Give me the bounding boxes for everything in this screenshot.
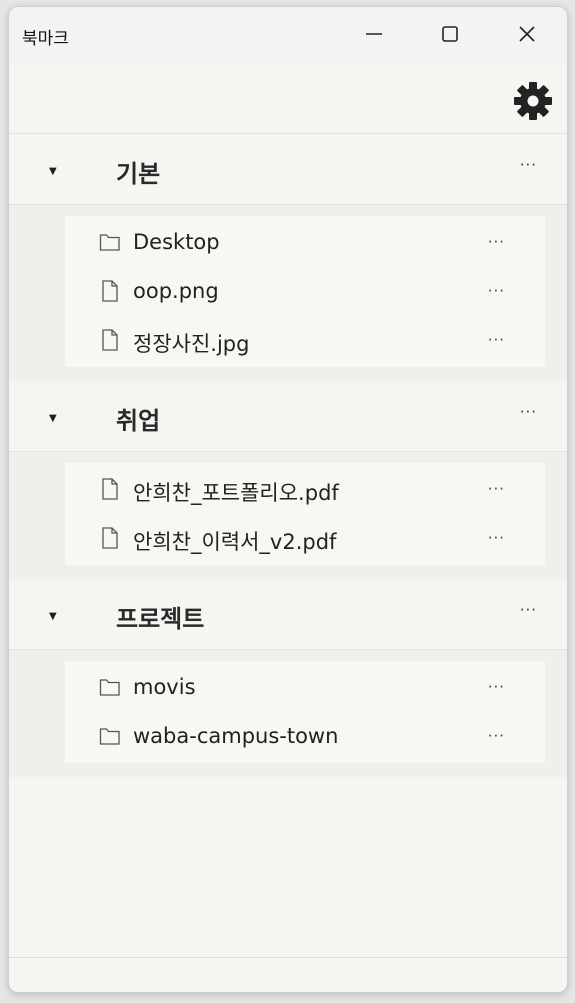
bookmark-item[interactable]: Desktop ··· (65, 218, 545, 267)
bookmark-label: movis (133, 675, 196, 699)
maximize-button[interactable] (435, 21, 465, 47)
bookmark-label: 안희찬_포트폴리오.pdf (133, 481, 339, 505)
group-name: 기본 (116, 160, 161, 188)
folder-icon (99, 728, 120, 745)
minimize-button[interactable] (359, 21, 389, 47)
bookmark-item[interactable]: waba-campus-town ··· (65, 712, 545, 761)
file-icon (102, 527, 118, 549)
bookmark-label: 정장사진.jpg (133, 332, 250, 356)
bookmark-label: Desktop (133, 230, 220, 254)
gear-icon (514, 82, 552, 120)
title-bar[interactable]: 북마크 (9, 7, 567, 63)
collapse-caret-icon[interactable]: ▼ (49, 413, 57, 424)
status-divider (9, 957, 567, 958)
item-more-button[interactable]: ··· (488, 529, 505, 547)
collapse-caret-icon[interactable]: ▼ (49, 166, 57, 177)
window-title: 북마크 (22, 29, 69, 49)
item-more-button[interactable]: ··· (488, 678, 505, 696)
group-name: 취업 (116, 407, 161, 435)
item-more-button[interactable]: ··· (488, 727, 505, 745)
file-icon (102, 478, 118, 500)
folder-icon (99, 679, 120, 696)
bookmark-item[interactable]: oop.png ··· (65, 267, 545, 316)
bookmark-label: 안희찬_이력서_v2.pdf (133, 530, 337, 554)
maximize-icon (442, 26, 458, 42)
item-more-button[interactable]: ··· (488, 480, 505, 498)
bookmark-item[interactable]: 정장사진.jpg ··· (65, 316, 545, 365)
group-header[interactable]: ▼ 취업 ··· (9, 381, 567, 452)
folder-icon (99, 234, 120, 251)
file-icon (102, 329, 118, 351)
file-icon (102, 280, 118, 302)
item-more-button[interactable]: ··· (488, 282, 505, 300)
minimize-icon (366, 33, 382, 35)
bookmark-item[interactable]: 안희찬_포트폴리오.pdf ··· (65, 465, 545, 514)
group-items: 안희찬_포트폴리오.pdf ··· 안희찬_이력서_v2.pdf ··· (9, 452, 567, 579)
bookmark-label: oop.png (133, 279, 219, 303)
bookmark-label: waba-campus-town (133, 724, 339, 748)
group-items: movis ··· waba-campus-town ··· (9, 650, 567, 777)
group-more-button[interactable]: ··· (520, 156, 537, 174)
close-button[interactable] (512, 21, 542, 47)
group-items: Desktop ··· oop.png ··· 정장사진.jpg ··· (9, 205, 567, 381)
toolbar (9, 63, 567, 134)
bookmark-window: 북마크 ▼ 기본 ··· Desktop ··· oop.png ··· 정장사… (8, 6, 568, 993)
settings-button[interactable] (513, 81, 553, 121)
bookmark-item[interactable]: movis ··· (65, 663, 545, 712)
close-icon (519, 26, 535, 42)
group-name: 프로젝트 (116, 605, 205, 633)
collapse-caret-icon[interactable]: ▼ (49, 611, 57, 622)
bookmark-item[interactable]: 안희찬_이력서_v2.pdf ··· (65, 514, 545, 563)
group-header[interactable]: ▼ 프로젝트 ··· (9, 579, 567, 650)
item-more-button[interactable]: ··· (488, 233, 505, 251)
group-more-button[interactable]: ··· (520, 601, 537, 619)
group-more-button[interactable]: ··· (520, 403, 537, 421)
group-header[interactable]: ▼ 기본 ··· (9, 134, 567, 205)
item-more-button[interactable]: ··· (488, 331, 505, 349)
